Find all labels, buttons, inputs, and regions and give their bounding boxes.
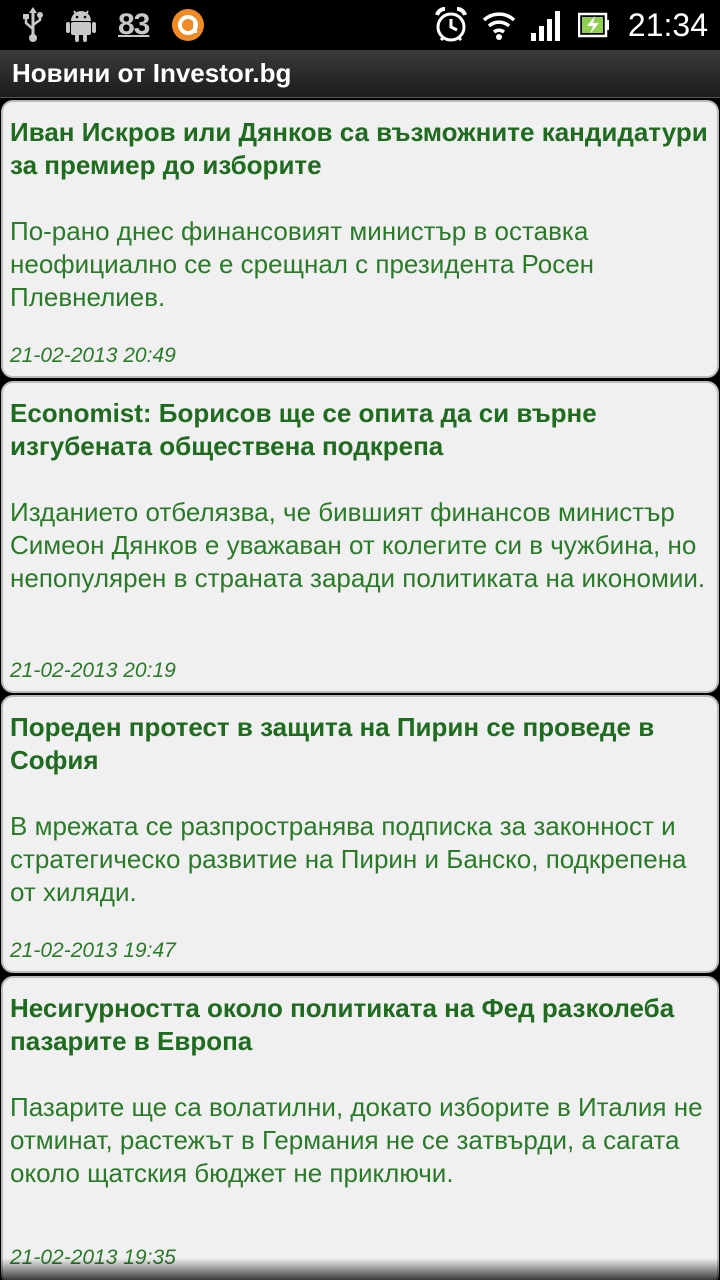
scroll-fade-edge: [0, 1258, 720, 1280]
news-title: Пореден протест в защита на Пирин се про…: [10, 712, 655, 775]
status-bar: 83 21:34: [0, 0, 720, 50]
news-date: 21-02-2013 20:19: [10, 659, 176, 682]
news-summary: По-рано днес финансовият министър в оста…: [10, 216, 595, 312]
news-title: Несигурността около политиката на Фед ра…: [10, 993, 675, 1056]
news-title: Иван Искров или Дянков са възможните кан…: [10, 117, 708, 180]
app-notification-icon: [171, 8, 205, 42]
app-title: Новини от Investor.bg: [12, 58, 292, 88]
alarm-icon: [434, 7, 468, 43]
news-item[interactable]: Иван Искров или Дянков са възможните кан…: [1, 100, 719, 378]
news-item[interactable]: Economist: Борисов ще се опита да си вър…: [1, 381, 719, 693]
news-summary: Изданието отбелязва, че бившият финансов…: [10, 497, 706, 593]
notification-count: 83: [118, 8, 150, 41]
news-item[interactable]: Несигурността около политиката на Фед ра…: [1, 976, 719, 1280]
signal-icon: [530, 9, 564, 41]
news-title: Economist: Борисов ще се опита да си вър…: [10, 398, 597, 461]
app-title-bar: Новини от Investor.bg: [0, 50, 720, 98]
news-date: 21-02-2013 20:49: [10, 344, 176, 367]
usb-icon: [22, 7, 44, 43]
android-debug-icon: [66, 8, 96, 42]
wifi-icon: [482, 10, 516, 40]
news-summary: Пазарите ще са волатилни, докато изборит…: [10, 1092, 703, 1188]
clock: 21:34: [627, 6, 708, 43]
news-list[interactable]: Иван Искров или Дянков са възможните кан…: [0, 98, 720, 1280]
battery-charging-icon: [577, 12, 610, 38]
news-date: 21-02-2013 19:47: [10, 939, 176, 962]
news-item[interactable]: Пореден протест в защита на Пирин се про…: [1, 695, 719, 973]
news-summary: В мрежата се разпространява подписка за …: [10, 811, 687, 907]
